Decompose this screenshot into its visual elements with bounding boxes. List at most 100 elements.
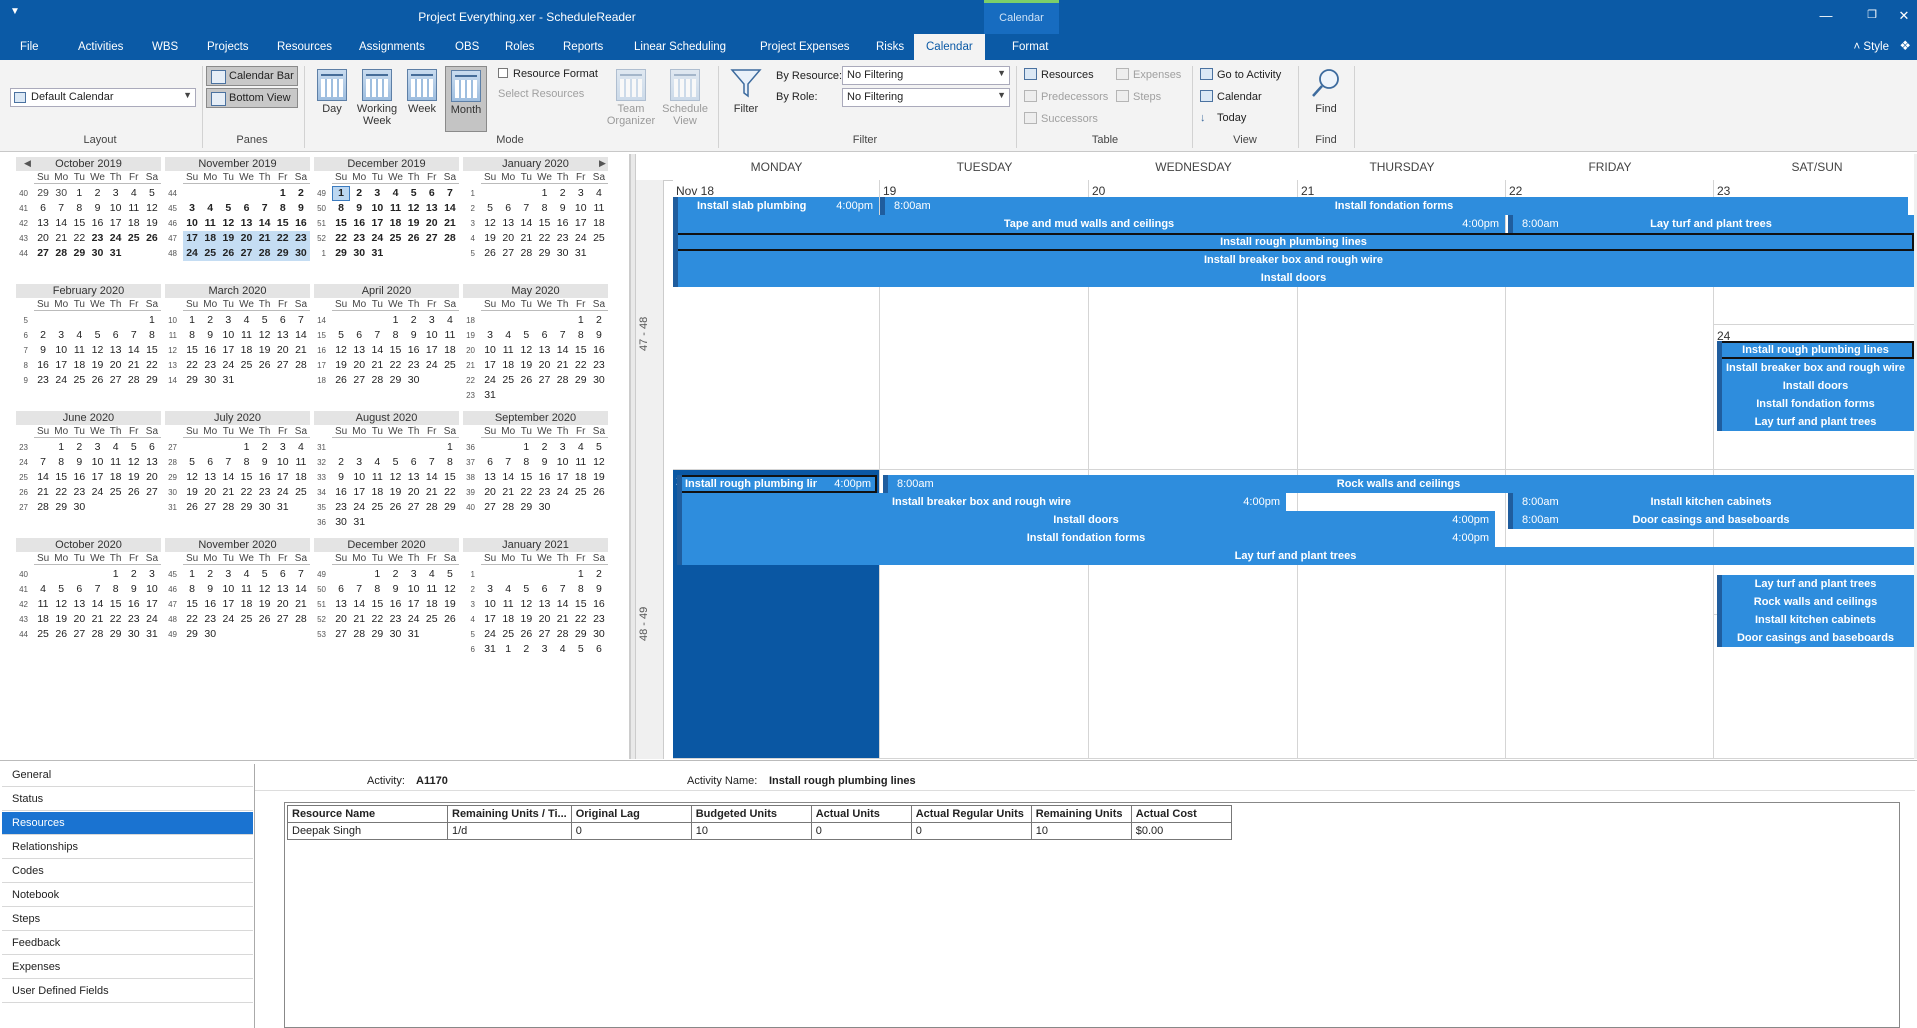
mini-calendar-day[interactable]: 18 bbox=[499, 358, 517, 373]
mini-calendar-day[interactable]: 26 bbox=[517, 627, 535, 642]
mini-calendar-day[interactable]: 3 bbox=[183, 201, 201, 216]
mini-calendar-day[interactable]: 3 bbox=[143, 567, 161, 582]
resource-format-checkbox[interactable]: Resource Format bbox=[498, 68, 598, 80]
mini-calendar-day[interactable]: 23 bbox=[332, 500, 350, 515]
mini-calendar-day[interactable]: 30 bbox=[201, 627, 219, 642]
mini-calendar-day[interactable]: 12 bbox=[52, 597, 70, 612]
mini-calendar-day[interactable]: 4 bbox=[237, 313, 255, 328]
mini-calendar-day[interactable]: 30 bbox=[125, 627, 143, 642]
mini-calendar-day[interactable]: 19 bbox=[52, 612, 70, 627]
details-tab-codes[interactable]: Codes bbox=[2, 860, 253, 883]
expenses-table-button[interactable]: Expenses bbox=[1116, 68, 1181, 81]
mini-calendar-day[interactable]: 13 bbox=[535, 597, 553, 612]
mini-calendar-day[interactable]: 3 bbox=[405, 567, 423, 582]
mini-calendar-day[interactable]: 8 bbox=[183, 328, 201, 343]
mini-calendar-day[interactable]: 18 bbox=[237, 597, 255, 612]
mini-calendar-day[interactable]: 4 bbox=[70, 328, 88, 343]
tab-projects[interactable]: Projects bbox=[207, 41, 249, 53]
mini-calendar-day[interactable]: 25 bbox=[70, 373, 88, 388]
mini-calendar-day[interactable]: 14 bbox=[441, 201, 459, 216]
mini-calendar-day[interactable]: 9 bbox=[34, 343, 52, 358]
mini-calendar-day[interactable]: 7 bbox=[52, 201, 70, 216]
mini-calendar-day[interactable]: 15 bbox=[183, 597, 201, 612]
mini-calendar-day[interactable]: 15 bbox=[237, 470, 255, 485]
mini-calendar-day[interactable]: 11 bbox=[441, 328, 459, 343]
mini-calendar-day[interactable]: 12 bbox=[332, 343, 350, 358]
mini-calendar-day[interactable]: 15 bbox=[52, 470, 70, 485]
mini-calendar-day[interactable]: 8 bbox=[332, 201, 350, 216]
mini-calendar-day[interactable]: 6 bbox=[274, 567, 292, 582]
mini-calendar-day[interactable]: 11 bbox=[572, 455, 590, 470]
select-resources-button[interactable]: Select Resources bbox=[498, 88, 584, 100]
mini-calendar-day[interactable]: 7 bbox=[34, 455, 52, 470]
mini-calendar-day[interactable]: 9 bbox=[256, 455, 274, 470]
mini-calendar-day[interactable]: 22 bbox=[52, 485, 70, 500]
mini-calendar-day[interactable]: 1 bbox=[237, 440, 255, 455]
mini-calendar-day[interactable]: 22 bbox=[183, 612, 201, 627]
mini-calendar-day[interactable]: 15 bbox=[535, 216, 553, 231]
mini-calendar-day[interactable]: 7 bbox=[423, 455, 441, 470]
mini-calendar-day[interactable]: 9 bbox=[201, 328, 219, 343]
activity-bar[interactable]: Install rough plumbing line 4:00pm bbox=[677, 475, 877, 493]
mini-calendar-day[interactable]: 27 bbox=[535, 373, 553, 388]
activity-bar[interactable]: Install breaker box and rough wire bbox=[1717, 359, 1914, 377]
mini-calendar-day[interactable]: 22 bbox=[441, 485, 459, 500]
activity-bar[interactable]: Install breaker box and rough wire bbox=[673, 251, 1914, 269]
mini-calendar-day[interactable]: 1 bbox=[499, 642, 517, 657]
mini-calendar-day[interactable]: 22 bbox=[572, 612, 590, 627]
mini-calendar-day[interactable]: 2 bbox=[34, 328, 52, 343]
mini-calendar-day[interactable]: 4 bbox=[125, 186, 143, 201]
mini-calendar-day[interactable]: 16 bbox=[88, 216, 106, 231]
mini-calendar-day[interactable]: 28 bbox=[125, 373, 143, 388]
mini-calendar-day[interactable]: 23 bbox=[535, 485, 553, 500]
mini-calendar-day[interactable]: 26 bbox=[517, 373, 535, 388]
mini-calendar-day[interactable]: 16 bbox=[405, 343, 423, 358]
mini-calendar-day[interactable]: 30 bbox=[291, 246, 310, 261]
mini-calendar-day[interactable]: 21 bbox=[88, 612, 106, 627]
mini-calendar-day[interactable]: 15 bbox=[332, 216, 350, 231]
mini-calendar-day[interactable]: 9 bbox=[535, 455, 553, 470]
mini-calendar-day[interactable]: 6 bbox=[34, 201, 52, 216]
mini-calendar-day[interactable]: 5 bbox=[572, 642, 590, 657]
mini-calendar-day[interactable]: 29 bbox=[70, 246, 88, 261]
mini-calendar-day[interactable]: 1 bbox=[441, 440, 459, 455]
mini-calendar-day[interactable]: 26 bbox=[590, 485, 608, 500]
mini-calendar-day[interactable]: 18 bbox=[125, 216, 143, 231]
mini-calendar-day[interactable]: 5 bbox=[386, 455, 404, 470]
mini-calendar-day[interactable]: 23 bbox=[350, 231, 368, 246]
mini-calendar-day[interactable]: 27 bbox=[237, 246, 256, 261]
mini-calendar-day[interactable]: 3 bbox=[219, 567, 237, 582]
mini-calendar-day[interactable]: 4 bbox=[572, 440, 590, 455]
find-button[interactable]: Find bbox=[1306, 66, 1346, 132]
details-tab-user-defined-fields[interactable]: User Defined Fields bbox=[2, 980, 253, 1003]
mini-calendar-day[interactable]: 14 bbox=[292, 582, 310, 597]
mini-calendar-day[interactable]: 11 bbox=[70, 343, 88, 358]
mini-calendar-day[interactable]: 19 bbox=[481, 231, 499, 246]
mini-calendar-day[interactable]: 9 bbox=[292, 201, 310, 216]
mini-calendar-day[interactable]: 17 bbox=[423, 343, 441, 358]
team-organizer-button[interactable]: Team Organizer bbox=[606, 66, 656, 136]
mini-calendar-day[interactable]: 2 bbox=[554, 186, 572, 201]
mini-calendar-day[interactable]: 25 bbox=[590, 231, 608, 246]
mini-calendar-day[interactable]: 31 bbox=[572, 246, 590, 261]
mini-calendar-day[interactable]: 9 bbox=[201, 582, 219, 597]
mini-calendar-day[interactable]: 20 bbox=[143, 470, 161, 485]
mini-calendar-day[interactable]: 30 bbox=[405, 373, 423, 388]
mini-calendar-day[interactable]: 10 bbox=[481, 597, 499, 612]
mini-calendar-day[interactable]: 21 bbox=[517, 231, 535, 246]
mini-calendar-day[interactable]: 25 bbox=[368, 500, 386, 515]
mini-calendar-day[interactable]: 24 bbox=[481, 373, 499, 388]
mini-calendar-day[interactable]: 23 bbox=[125, 612, 143, 627]
mini-calendar-day[interactable]: 27 bbox=[481, 500, 499, 515]
mini-calendar-day[interactable]: 3 bbox=[572, 186, 590, 201]
mini-calendar-day[interactable]: 6 bbox=[274, 313, 292, 328]
mini-calendar-day[interactable]: 9 bbox=[405, 328, 423, 343]
help-icon[interactable]: ❖ bbox=[1899, 38, 1911, 54]
mini-calendar-day[interactable]: 13 bbox=[499, 216, 517, 231]
mini-calendar-day[interactable]: 6 bbox=[332, 582, 350, 597]
mini-calendar-day[interactable]: 4 bbox=[499, 582, 517, 597]
mini-calendar-day[interactable]: 28 bbox=[554, 627, 572, 642]
mini-calendar-day[interactable]: 15 bbox=[107, 597, 125, 612]
mini-calendar-day[interactable]: 22 bbox=[535, 231, 553, 246]
mini-calendar-day[interactable]: 12 bbox=[386, 470, 404, 485]
